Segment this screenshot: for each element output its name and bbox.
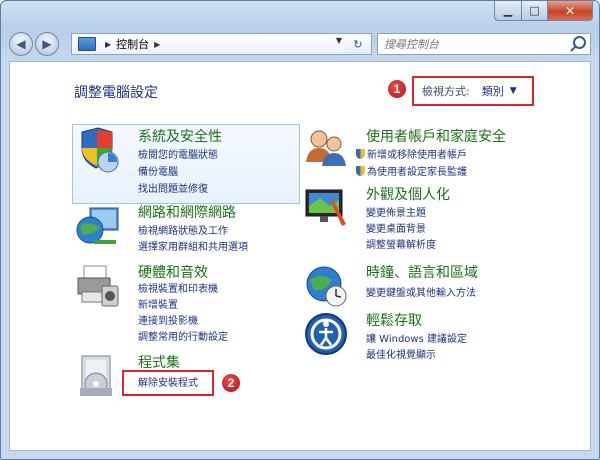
clock-globe-icon: [306, 266, 347, 307]
category-link[interactable]: 檢視網路狀態及工作: [138, 222, 228, 237]
dropdown-arrow-icon[interactable]: ▼: [510, 86, 517, 96]
control-panel-window: ▁ □ ✕ ◀ ▶ ▶ 控制台 ▶ ▼ ↻ 調整電腦設定 檢視方式: 類別: [0, 0, 600, 460]
ease-of-access-icon: [305, 313, 347, 355]
category-title[interactable]: 系統及安全性: [138, 126, 222, 146]
back-arrow-icon: ◀: [16, 37, 26, 51]
category-title[interactable]: 程式集: [138, 352, 180, 372]
refresh-button[interactable]: ↻: [345, 33, 372, 55]
close-button[interactable]: ✕: [548, 1, 593, 21]
navigation-bar: ◀ ▶ ▶ 控制台 ▶ ▼ ↻: [9, 31, 591, 57]
monitor-paint-icon: [305, 189, 346, 226]
category-link-text[interactable]: 新增或移除使用者帳戶: [367, 150, 467, 161]
category-link[interactable]: 調整螢幕解析度: [366, 236, 436, 251]
category-link[interactable]: 最佳化視覺顯示: [366, 346, 436, 361]
category-link[interactable]: 備份電腦: [138, 163, 178, 178]
users-icon: [306, 130, 346, 166]
category-title[interactable]: 輕鬆存取: [366, 310, 422, 330]
programs-icon: [80, 355, 112, 396]
uac-shield-icon: [356, 166, 365, 176]
category-link[interactable]: 調整常用的行動設定: [138, 328, 228, 343]
back-button[interactable]: ◀: [9, 32, 33, 56]
category-link[interactable]: 選擇家用群組和共用選項: [138, 238, 248, 253]
minimize-button[interactable]: ▁: [494, 1, 522, 21]
step-badge-1: 1: [388, 80, 406, 98]
forward-button[interactable]: ▶: [35, 32, 59, 56]
search-icon[interactable]: [573, 36, 586, 49]
category-title[interactable]: 時鐘、語言和區域: [366, 262, 478, 282]
view-by-value[interactable]: 類別: [482, 83, 504, 99]
address-bar[interactable]: ▶ 控制台 ▶ ▼: [71, 33, 347, 55]
category-title[interactable]: 使用者帳戶和家庭安全: [366, 126, 506, 146]
category-link[interactable]: 連接到投影機: [138, 312, 198, 327]
category-link[interactable]: 變更鍵盤或其他輸入方法: [366, 284, 476, 299]
globe-network-icon: [76, 207, 119, 244]
uac-shield-icon: [356, 149, 365, 159]
category-link[interactable]: 新增裝置: [138, 296, 178, 311]
category-link[interactable]: 檢閱您的電腦狀態: [138, 146, 218, 161]
category-title[interactable]: 外觀及個人化: [366, 184, 450, 204]
search-input[interactable]: [382, 36, 566, 52]
refresh-icon: ↻: [353, 37, 363, 51]
category-link[interactable]: 新增或移除使用者帳戶: [356, 146, 467, 161]
printer-icon: [77, 265, 119, 307]
breadcrumb-control-panel[interactable]: 控制台: [116, 36, 149, 52]
maximize-button[interactable]: □: [522, 1, 548, 21]
step-badge-2: 2: [222, 374, 240, 392]
category-link[interactable]: 變更佈景主題: [366, 204, 426, 219]
category-link[interactable]: 讓 Windows 建議設定: [366, 330, 467, 345]
page-title: 調整電腦設定: [74, 85, 158, 101]
window-caption-buttons: ▁ □ ✕: [494, 1, 593, 21]
forward-arrow-icon: ▶: [42, 37, 52, 51]
control-panel-icon: [78, 37, 96, 51]
category-link-text[interactable]: 為使用者設定家長監護: [367, 167, 467, 178]
shield-icon: [81, 127, 119, 173]
breadcrumb-separator-icon: ▶: [105, 39, 112, 49]
category-link[interactable]: 找出問題並修復: [138, 180, 208, 195]
view-by-label: 檢視方式:: [422, 85, 470, 98]
address-dropdown-icon[interactable]: ▼: [336, 36, 342, 45]
category-title[interactable]: 網路和網際網路: [138, 202, 236, 222]
control-panel-content: 調整電腦設定 檢視方式: 類別 ▼ 1 系統及安全性 檢閱您的電腦狀態 備份電腦…: [9, 61, 591, 451]
view-by-selector[interactable]: 檢視方式: 類別 ▼: [412, 76, 534, 106]
breadcrumb-separator-icon: ▶: [154, 39, 161, 49]
category-link[interactable]: 為使用者設定家長監護: [356, 163, 467, 178]
category-link[interactable]: 檢視裝置和印表機: [138, 280, 218, 295]
search-box[interactable]: [377, 33, 591, 55]
highlight-box: [122, 370, 214, 396]
category-title[interactable]: 硬體和音效: [138, 262, 208, 282]
category-link[interactable]: 變更桌面背景: [366, 220, 426, 235]
